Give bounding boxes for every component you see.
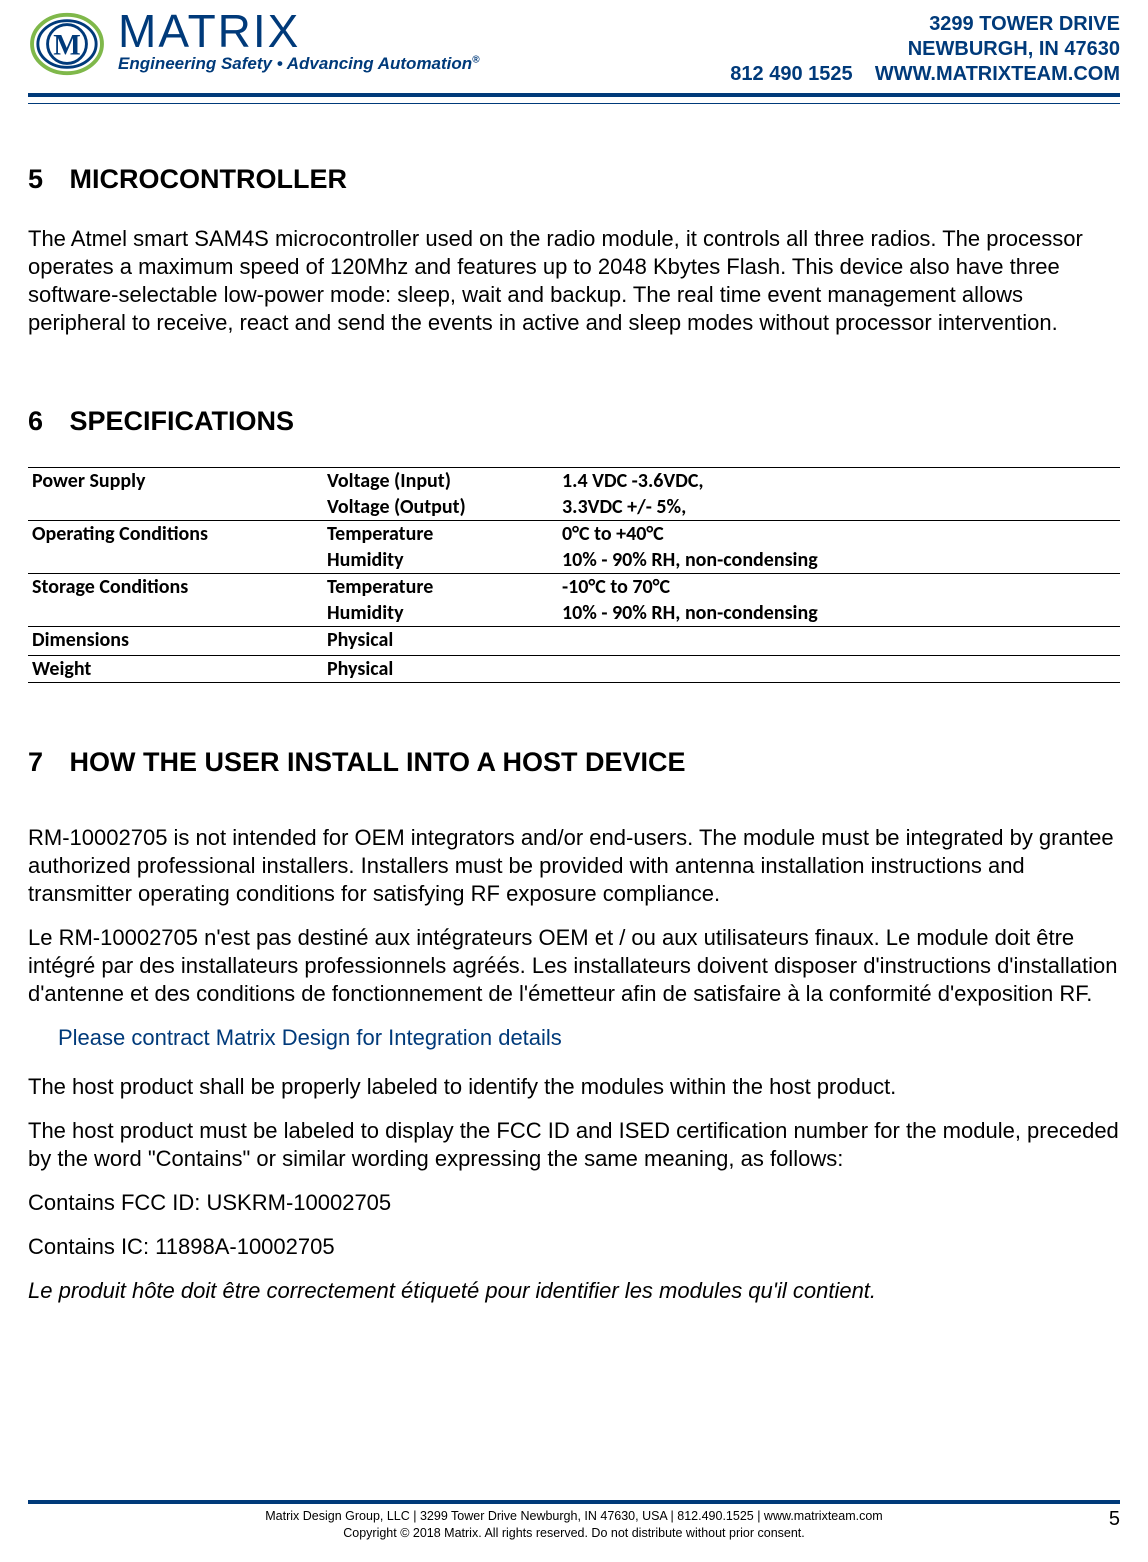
spec-value: -10°C to 70°C bbox=[558, 573, 1120, 600]
spec-value: 10% - 90% RH, non-condensing bbox=[558, 600, 1120, 627]
table-row: DimensionsPhysical bbox=[28, 626, 1120, 653]
spec-category bbox=[28, 547, 323, 574]
page-footer: Matrix Design Group, LLC | 3299 Tower Dr… bbox=[28, 1500, 1120, 1542]
spec-param: Humidity bbox=[323, 600, 558, 627]
spec-category bbox=[28, 682, 323, 685]
s7-para-7: Le produit hôte doit être correctement é… bbox=[28, 1277, 1120, 1305]
spec-category bbox=[28, 494, 323, 521]
section-7-heading: 7 HOW THE USER INSTALL INTO A HOST DEVIC… bbox=[28, 747, 1120, 778]
section-5-number: 5 bbox=[28, 164, 62, 195]
spec-param: Humidity bbox=[323, 547, 558, 574]
page-number: 5 bbox=[1100, 1508, 1120, 1531]
header-rule bbox=[28, 103, 1120, 104]
spec-value bbox=[558, 655, 1120, 682]
contact-phone-site: 812 490 1525 WWW.MATRIXTEAM.COM bbox=[730, 62, 1120, 87]
spec-category: Storage Conditions bbox=[28, 573, 323, 600]
section-7-number: 7 bbox=[28, 747, 62, 778]
table-row: Humidity10% - 90% RH, non-condensing bbox=[28, 600, 1120, 627]
brand-block: M MATRIX Engineering Safety • Advancing … bbox=[28, 10, 480, 78]
spec-param: Temperature bbox=[323, 573, 558, 600]
svg-text:M: M bbox=[53, 30, 81, 62]
table-row: Operating ConditionsTemperature0°C to +4… bbox=[28, 520, 1120, 547]
spec-category: Operating Conditions bbox=[28, 520, 323, 547]
s7-para-5: Contains FCC ID: USKRM-10002705 bbox=[28, 1189, 1120, 1217]
table-row: Voltage (Output)3.3VDC +/- 5%, bbox=[28, 494, 1120, 521]
section-6-number: 6 bbox=[28, 406, 62, 437]
spec-category bbox=[28, 600, 323, 627]
s7-contact-note: Please contract Matrix Design for Integr… bbox=[58, 1025, 1120, 1051]
s7-para-6: Contains IC: 11898A-10002705 bbox=[28, 1233, 1120, 1261]
table-row: WeightPhysical bbox=[28, 655, 1120, 682]
s7-para-3: The host product shall be properly label… bbox=[28, 1073, 1120, 1101]
section-7-title: HOW THE USER INSTALL INTO A HOST DEVICE bbox=[70, 747, 686, 777]
spec-value bbox=[558, 682, 1120, 685]
contact-address-2: NEWBURGH, IN 47630 bbox=[730, 37, 1120, 62]
matrix-logo-icon: M bbox=[28, 10, 106, 78]
spec-value: 10% - 90% RH, non-condensing bbox=[558, 547, 1120, 574]
table-row: Power SupplyVoltage (Input)1.4 VDC -3.6V… bbox=[28, 467, 1120, 494]
spec-param: Voltage (Input) bbox=[323, 467, 558, 494]
spec-param: Physical bbox=[323, 626, 558, 653]
table-row: Storage ConditionsTemperature-10°C to 70… bbox=[28, 573, 1120, 600]
section-5-title: MICROCONTROLLER bbox=[70, 164, 347, 194]
brand-name: MATRIX bbox=[118, 4, 480, 58]
footer-rule bbox=[28, 1500, 1120, 1504]
spec-param: Voltage (Output) bbox=[323, 494, 558, 521]
section-6-heading: 6 SPECIFICATIONS bbox=[28, 406, 1120, 437]
spec-value: 1.4 VDC -3.6VDC, bbox=[558, 467, 1120, 494]
registered-icon: ® bbox=[472, 54, 479, 65]
section-6-title: SPECIFICATIONS bbox=[70, 406, 295, 436]
spec-param: Temperature bbox=[323, 520, 558, 547]
brand-tagline: Engineering Safety • Advancing Automatio… bbox=[118, 54, 480, 74]
footer-line-2: Copyright © 2018 Matrix. All rights rese… bbox=[48, 1525, 1100, 1542]
spec-param bbox=[323, 682, 558, 685]
s7-para-2: Le RM-10002705 n'est pas destiné aux int… bbox=[28, 924, 1120, 1008]
spec-value: 0°C to +40°C bbox=[558, 520, 1120, 547]
s7-para-4: The host product must be labeled to disp… bbox=[28, 1117, 1120, 1173]
spec-param: Physical bbox=[323, 655, 558, 682]
footer-text: Matrix Design Group, LLC | 3299 Tower Dr… bbox=[48, 1508, 1100, 1542]
spec-value: 3.3VDC +/- 5%, bbox=[558, 494, 1120, 521]
s7-para-1: RM-10002705 is not intended for OEM inte… bbox=[28, 824, 1120, 908]
table-row: Humidity10% - 90% RH, non-condensing bbox=[28, 547, 1120, 574]
footer-line-1: Matrix Design Group, LLC | 3299 Tower Dr… bbox=[48, 1508, 1100, 1525]
contact-block: 3299 TOWER DRIVE NEWBURGH, IN 47630 812 … bbox=[730, 12, 1120, 87]
spec-category: Power Supply bbox=[28, 467, 323, 494]
table-row bbox=[28, 682, 1120, 685]
spec-table: Power SupplyVoltage (Input)1.4 VDC -3.6V… bbox=[28, 467, 1120, 685]
page-header: M MATRIX Engineering Safety • Advancing … bbox=[28, 10, 1120, 97]
section-5-heading: 5 MICROCONTROLLER bbox=[28, 164, 1120, 195]
brand-text: MATRIX Engineering Safety • Advancing Au… bbox=[118, 4, 480, 74]
spec-category: Dimensions bbox=[28, 626, 323, 653]
section-5-paragraph: The Atmel smart SAM4S microcontroller us… bbox=[28, 225, 1120, 338]
spec-value bbox=[558, 626, 1120, 653]
contact-address-1: 3299 TOWER DRIVE bbox=[730, 12, 1120, 37]
spec-category: Weight bbox=[28, 655, 323, 682]
